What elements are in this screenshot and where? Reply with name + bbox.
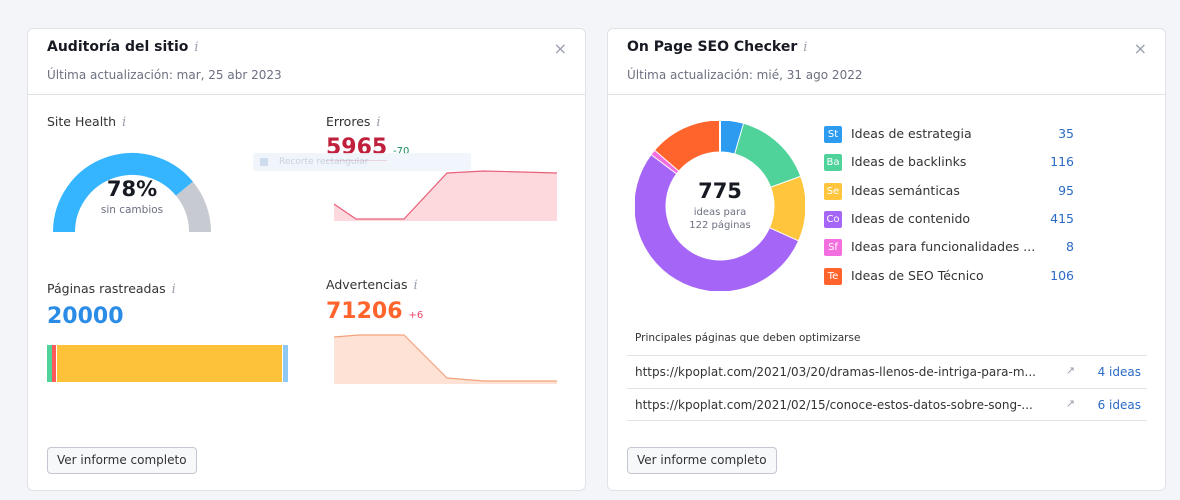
ideas-total: 775 [698, 179, 742, 203]
legend-label: Ideas semánticas [851, 183, 960, 198]
warnings-value[interactable]: 71206 +6 [326, 299, 423, 324]
close-icon[interactable]: × [554, 39, 567, 58]
crawled-pages-label: Páginas rastreadas i [47, 281, 176, 297]
crawled-pages-bar[interactable] [47, 345, 288, 382]
ideas-caption-2: 122 páginas [689, 220, 751, 231]
divider [608, 94, 1165, 95]
snip-icon [260, 158, 268, 166]
page-url[interactable]: https://kpoplat.com/2021/03/20/dramas-ll… [635, 365, 1036, 379]
seo-checker-title: On Page SEO Checker i [627, 39, 808, 55]
full-report-button[interactable]: Ver informe completo [627, 447, 777, 474]
table-header: Principales páginas que deben optimizars… [635, 332, 861, 344]
info-icon[interactable]: i [376, 115, 380, 130]
legend-item-technical-seo[interactable]: Te Ideas de SEO Técnico 106 [824, 267, 1074, 287]
legend-value[interactable]: 8 [1066, 239, 1074, 254]
full-report-button[interactable]: Ver informe completo [47, 447, 197, 474]
close-icon[interactable]: × [1134, 39, 1147, 58]
legend-tag: St [824, 126, 842, 143]
errors-trend-chart [334, 170, 557, 221]
ideas-link[interactable]: 6 ideas [1098, 398, 1141, 412]
page-url[interactable]: https://kpoplat.com/2021/02/15/conoce-es… [635, 398, 1033, 412]
warnings-trend-chart [334, 334, 557, 384]
ideas-donut-chart[interactable] [635, 121, 805, 291]
legend-item-serp-features[interactable]: Sf Ideas para funcionalidades ... 8 [824, 238, 1074, 258]
site-health-caption: sin cambios [100, 204, 164, 216]
ideas-caption-1: ideas para [693, 207, 747, 218]
legend-value[interactable]: 106 [1050, 268, 1074, 283]
external-link-icon[interactable]: ↗ [1066, 364, 1075, 377]
last-updated: Última actualización: mar, 25 abr 2023 [47, 68, 282, 82]
legend-label: Ideas de contenido [851, 211, 971, 226]
ideas-link[interactable]: 4 ideas [1098, 365, 1141, 379]
info-icon[interactable]: i [414, 278, 418, 293]
legend-item-backlinks[interactable]: Ba Ideas de backlinks 116 [824, 153, 1074, 173]
legend-value[interactable]: 95 [1058, 183, 1074, 198]
table-row: https://kpoplat.com/2021/02/15/conoce-es… [627, 388, 1147, 421]
legend-tag: Ba [824, 154, 842, 171]
info-icon[interactable]: i [803, 40, 807, 55]
site-audit-card: Auditoría del sitio i × Última actualizac… [27, 28, 586, 491]
legend-item-content[interactable]: Co Ideas de contenido 415 [824, 210, 1074, 230]
info-icon[interactable]: i [172, 282, 176, 297]
info-icon[interactable]: i [122, 115, 126, 130]
divider [28, 94, 585, 95]
legend-label: Ideas de SEO Técnico [851, 268, 984, 283]
legend-label: Ideas de backlinks [851, 154, 967, 169]
site-health-value: 78% [106, 177, 158, 201]
last-updated: Última actualización: mié, 31 ago 2022 [627, 68, 863, 82]
site-health-label: Site Health i [47, 114, 127, 130]
errors-label: Errores i [326, 114, 381, 130]
legend-label: Ideas para funcionalidades ... [851, 239, 1036, 254]
table-row: https://kpoplat.com/2021/03/20/dramas-ll… [627, 355, 1147, 388]
seo-checker-card: On Page SEO Checker i × Última actualizac… [607, 28, 1166, 491]
legend-item-strategy[interactable]: St Ideas de estrategia 35 [824, 125, 1074, 145]
donut-slice-ba[interactable] [734, 123, 801, 189]
warnings-label: Advertencias i [326, 277, 418, 293]
legend-value[interactable]: 116 [1050, 154, 1074, 169]
legend-value[interactable]: 415 [1050, 211, 1074, 226]
info-icon[interactable]: i [194, 40, 198, 55]
legend-item-semantic[interactable]: Se Ideas semánticas 95 [824, 182, 1074, 202]
legend-tag: Co [824, 211, 842, 228]
legend-label: Ideas de estrategia [851, 126, 972, 141]
external-link-icon[interactable]: ↗ [1066, 397, 1075, 410]
legend-tag: Se [824, 183, 842, 200]
warnings-delta: +6 [408, 310, 424, 321]
legend-value[interactable]: 35 [1058, 126, 1074, 141]
site-audit-title: Auditoría del sitio i [47, 39, 199, 55]
legend-tag: Sf [824, 239, 842, 256]
donut-slice-st[interactable] [719, 121, 744, 154]
crawled-pages-value[interactable]: 20000 [47, 304, 124, 329]
legend-tag: Te [824, 268, 842, 285]
donut-slice-te[interactable] [655, 121, 721, 171]
